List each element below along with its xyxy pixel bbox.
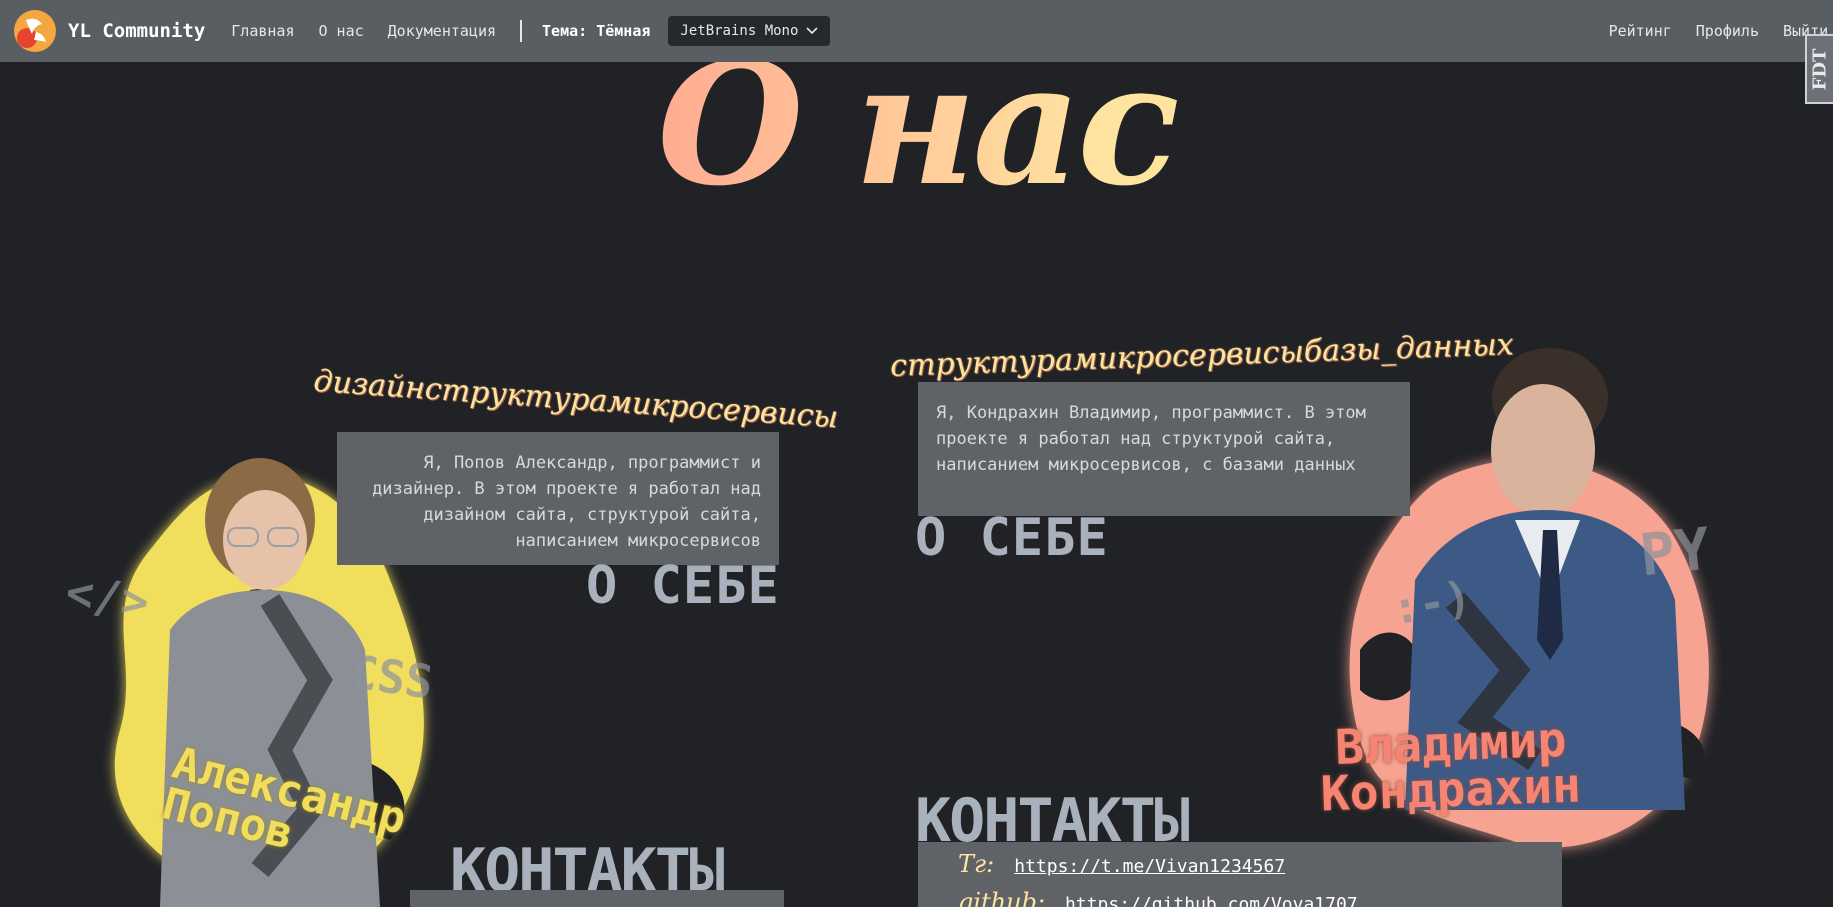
github-link[interactable]: https://github.com/Vova1707: [1065, 894, 1358, 907]
nav-divider: [520, 20, 523, 42]
brand-name: YL Community: [68, 20, 206, 42]
nav-link-about[interactable]: О нас: [319, 22, 364, 40]
font-select-value: JetBrains Mono: [680, 23, 799, 39]
member2-contact-telegram: Тг: https://t.me/Vivan1234567: [958, 850, 1285, 878]
brand[interactable]: YL Community: [12, 8, 205, 54]
telegram-link[interactable]: https://t.me/Vivan1234567: [1014, 856, 1285, 877]
logo-icon: [14, 10, 56, 52]
nav-link-docs[interactable]: Документация: [388, 22, 496, 40]
side-tab-label: FDT: [1809, 48, 1831, 90]
top-navbar: YL Community Главная О нас Документация …: [0, 0, 1833, 62]
nav-link-profile[interactable]: Профиль: [1696, 22, 1759, 40]
member2-bio: Я, Кондрахин Владимир, программист. В эт…: [918, 382, 1410, 516]
chevron-down-icon: [806, 27, 818, 35]
member2-deco-py: PY: [1636, 514, 1714, 590]
telegram-label: Тг:: [958, 850, 995, 878]
member2-about-heading: О СЕБЕ: [915, 508, 1109, 568]
member1-tags: дизайнструктурамикросервисы: [312, 363, 840, 436]
page: YL Community Главная О нас Документация …: [0, 0, 1833, 907]
font-select[interactable]: JetBrains Mono: [668, 16, 831, 46]
page-title: О нас: [0, 40, 1833, 208]
member2-name: Владимир Кондрахин: [1318, 712, 1582, 823]
member1-contacts-box: [410, 890, 784, 907]
member1-bio: Я, Попов Александр, программист и дизайн…: [337, 432, 779, 565]
github-label: github:: [958, 888, 1046, 907]
nav-links: Главная О нас Документация Тема: Тёмная …: [231, 16, 831, 46]
nav-link-rating[interactable]: Рейтинг: [1609, 22, 1672, 40]
member1-about-heading: О СЕБЕ: [586, 556, 780, 616]
theme-toggle[interactable]: Тема: Тёмная: [542, 22, 650, 40]
nav-right: Рейтинг Профиль Выйти: [1609, 0, 1833, 62]
member1-deco-code: </>: [62, 564, 153, 630]
side-tab[interactable]: FDT: [1805, 34, 1833, 104]
member1-deco-css: CSS: [346, 644, 437, 710]
nav-link-home[interactable]: Главная: [231, 22, 294, 40]
member2-name-last: Кондрахин: [1319, 757, 1582, 823]
member2-contact-github: github: https://github.com/Vova1707: [958, 888, 1358, 907]
